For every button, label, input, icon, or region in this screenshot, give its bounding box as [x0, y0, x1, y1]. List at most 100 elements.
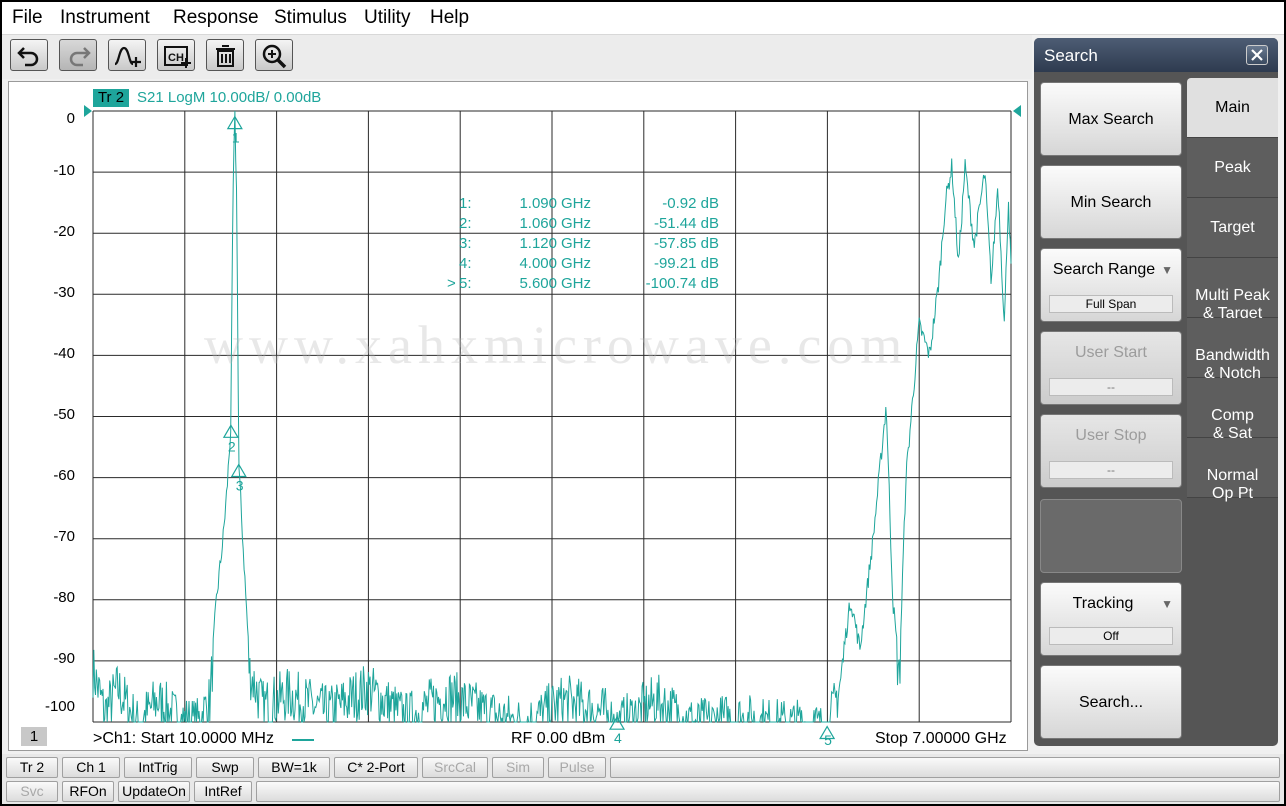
button-label: User Stop [1075, 427, 1147, 444]
user-start-field[interactable]: User Start -- [1040, 331, 1182, 405]
status-spacer [610, 757, 1280, 778]
search-dialog-button[interactable]: Search... [1040, 665, 1182, 739]
user-start-value: -- [1049, 378, 1173, 396]
status-int-ref[interactable]: IntRef [194, 781, 252, 802]
button-label: Search Range [1052, 261, 1156, 278]
add-trace-button[interactable] [108, 39, 146, 71]
status-channel[interactable]: Ch 1 [62, 757, 120, 778]
rf-power[interactable]: RF 0.00 dBm [511, 730, 605, 748]
marker-id: 2: [459, 215, 472, 232]
tab-target[interactable]: Target [1187, 198, 1278, 258]
status-pulse[interactable]: Pulse [548, 757, 606, 778]
tab-label: Peak [1214, 159, 1251, 176]
marker-id: 4: [459, 255, 472, 272]
tab-multi-peak-target[interactable]: Multi Peak & Target [1187, 258, 1278, 322]
tracking-value: Off [1049, 627, 1173, 645]
redo-icon [69, 47, 91, 67]
search-range-value: Full Span [1049, 295, 1173, 313]
status-calibration[interactable]: C* 2-Port [334, 757, 418, 778]
marker-unit: GHz [561, 215, 591, 232]
status-svc[interactable]: Svc [6, 781, 58, 802]
button-label: Min Search [1070, 194, 1152, 211]
zoom-icon [262, 44, 287, 69]
trace-graph[interactable]: 1 2 3 4 5 [9, 82, 1027, 750]
redo-button[interactable] [59, 39, 97, 71]
delete-icon [216, 45, 235, 67]
marker-unit: GHz [561, 275, 591, 292]
marker-freq: 1.090 [519, 195, 557, 212]
tab-label: Main [1215, 99, 1250, 116]
marker-value: -99.21 dB [653, 255, 719, 272]
marker-id: 5: [459, 275, 472, 292]
status-bandwidth[interactable]: BW=1k [258, 757, 330, 778]
start-frequency[interactable]: >Ch1: Start 10.0000 MHz [93, 730, 274, 748]
status-sim[interactable]: Sim [492, 757, 544, 778]
stop-frequency[interactable]: Stop 7.00000 GHz [875, 730, 1007, 748]
watermark: www.xahxmicrowave.com [204, 315, 909, 375]
button-label: Max Search [1068, 111, 1154, 128]
marker-flag-label-5: 5 [824, 732, 832, 748]
min-search-button[interactable]: Min Search [1040, 165, 1182, 239]
panel-titlebar: Search [1034, 38, 1278, 72]
trace-legend-swatch [292, 739, 314, 741]
undo-icon [17, 47, 39, 67]
undo-button[interactable] [10, 39, 48, 71]
user-stop-field[interactable]: User Stop -- [1040, 414, 1182, 488]
tab-label: Comp & Sat [1211, 407, 1254, 442]
status-trigger[interactable]: IntTrig [124, 757, 192, 778]
marker-unit: GHz [561, 255, 591, 272]
menu-utility[interactable]: Utility [364, 7, 410, 29]
marker-value: -100.74 dB [645, 275, 719, 292]
menu-help[interactable]: Help [430, 7, 469, 29]
marker-flag-label-1: 1 [232, 130, 240, 146]
delete-button[interactable] [206, 39, 244, 71]
zoom-button[interactable] [255, 39, 293, 71]
max-search-button[interactable]: Max Search [1040, 82, 1182, 156]
tab-label: Bandwidth & Notch [1195, 347, 1270, 382]
add-trace-icon [114, 46, 141, 67]
marker-value: -51.44 dB [653, 215, 719, 232]
status-trace[interactable]: Tr 2 [6, 757, 58, 778]
marker-freq: 4.000 [519, 255, 557, 272]
empty-softkey [1040, 499, 1182, 573]
channel-number[interactable]: 1 [21, 727, 47, 746]
chevron-down-icon: ▼ [1161, 597, 1173, 611]
marker-value: -57.85 dB [653, 235, 719, 252]
tab-peak[interactable]: Peak [1187, 138, 1278, 198]
menu-bar: File Instrument Response Stimulus Utilit… [2, 2, 1284, 35]
marker-freq: 1.120 [519, 235, 557, 252]
marker-freq: 1.060 [519, 215, 557, 232]
add-channel-button[interactable]: CH [157, 39, 195, 71]
active-marker-pointer: > [447, 275, 456, 292]
reference-arrow-right [1013, 105, 1021, 117]
tab-label: Normal Op Pt [1206, 467, 1259, 502]
marker-value: -0.92 dB [662, 195, 719, 212]
close-icon [1251, 49, 1263, 61]
status-rf-on[interactable]: RFOn [62, 781, 114, 802]
panel-title: Search [1044, 46, 1098, 65]
status-bar: Tr 2 Ch 1 IntTrig Swp BW=1k C* 2-Port Sr… [2, 754, 1284, 804]
tab-comp-sat[interactable]: Comp & Sat [1187, 378, 1278, 442]
measurement-window[interactable]: Tr 2 S21 LogM 10.00dB/ 0.00dB 0 -10 -20 … [8, 81, 1028, 751]
marker-id: 3: [459, 235, 472, 252]
tab-label: Multi Peak & Target [1195, 287, 1270, 322]
tab-main[interactable]: Main [1187, 78, 1278, 138]
status-update-on[interactable]: UpdateOn [118, 781, 190, 802]
panel-close-button[interactable] [1246, 45, 1268, 65]
menu-response[interactable]: Response [173, 7, 259, 29]
marker-freq: 5.600 [519, 275, 557, 292]
status-sweep[interactable]: Swp [196, 757, 254, 778]
menu-stimulus[interactable]: Stimulus [274, 7, 347, 29]
tab-label: Target [1210, 219, 1255, 236]
tracking-dropdown[interactable]: Tracking ▼ Off [1040, 582, 1182, 656]
marker-flag-label-4: 4 [614, 730, 622, 746]
tab-bandwidth-notch[interactable]: Bandwidth & Notch [1187, 318, 1278, 382]
add-channel-icon: CH [164, 46, 191, 68]
chevron-down-icon: ▼ [1161, 263, 1173, 277]
search-range-dropdown[interactable]: Search Range ▼ Full Span [1040, 248, 1182, 322]
marker-id: 1: [459, 195, 472, 212]
tab-normal-op-pt[interactable]: Normal Op Pt [1187, 438, 1278, 502]
status-srccal[interactable]: SrcCal [422, 757, 488, 778]
menu-file[interactable]: File [12, 7, 43, 29]
menu-instrument[interactable]: Instrument [60, 7, 150, 29]
